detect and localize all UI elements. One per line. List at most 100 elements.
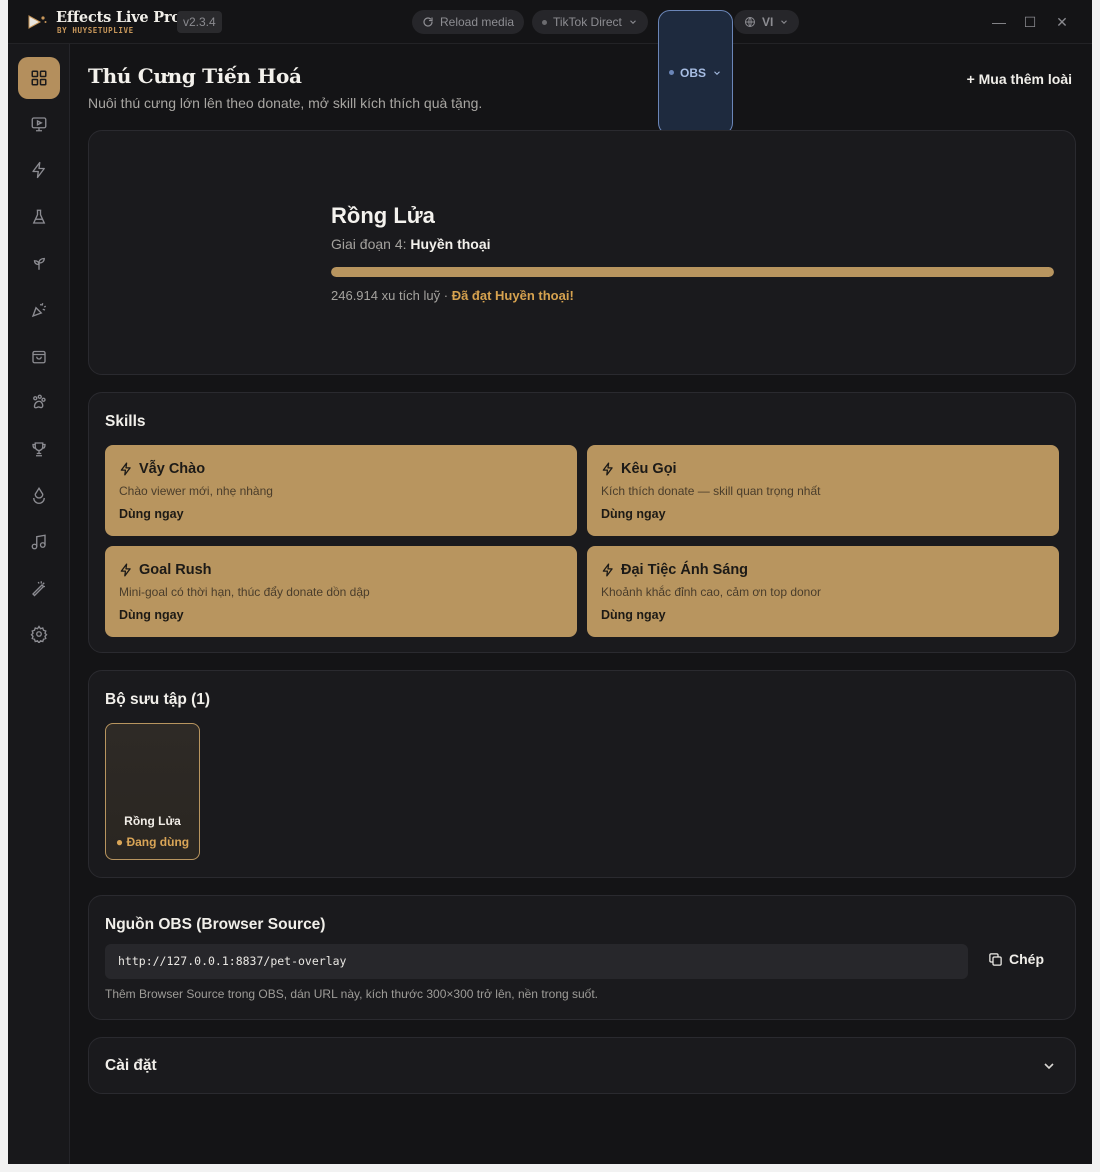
skill-card[interactable]: Goal Rush Mini-goal có thời hạn, thúc đẩ… xyxy=(105,546,577,637)
use-now-button[interactable]: Dùng ngay xyxy=(601,608,666,622)
screen-play-icon xyxy=(31,117,47,132)
sidebar xyxy=(8,44,70,1164)
app-window: Effects Live Pro BY HUYSETUPLIVE v2.3.4 … xyxy=(8,0,1092,1164)
chevron-down-icon[interactable] xyxy=(1041,1058,1057,1074)
cloud-icon xyxy=(33,486,45,504)
skill-name-label: Vẫy Chào xyxy=(139,461,206,477)
app-subtitle: BY HUYSETUPLIVE xyxy=(57,26,134,35)
sprout-icon xyxy=(33,257,45,270)
music-icon xyxy=(31,534,46,550)
copy-label: Chép xyxy=(1009,951,1044,967)
skills-title: Skills xyxy=(105,413,146,430)
sidebar-item-pet[interactable] xyxy=(18,242,60,284)
sidebar-item-settings[interactable] xyxy=(18,613,60,655)
page-subtitle: Nuôi thú cưng lớn lên theo donate, mở sk… xyxy=(88,95,483,111)
copy-icon xyxy=(989,952,1002,966)
page-title: Thú Cưng Tiến Hoá xyxy=(88,64,302,88)
source-select[interactable]: TikTok Direct xyxy=(532,10,648,34)
stage-name: Huyền thoại xyxy=(410,236,491,252)
sidebar-item-lab[interactable] xyxy=(18,196,60,238)
skills-card: Skills Vẫy Chào Chào viewer mới, nhẹ nhà… xyxy=(88,392,1076,653)
close-button[interactable]: ✕ xyxy=(1053,13,1071,31)
globe-icon xyxy=(745,17,755,27)
sidebar-item-shop[interactable] xyxy=(18,335,60,377)
skill-description: Khoảnh khắc đỉnh cao, cảm ơn top donor xyxy=(601,585,822,599)
flask-icon xyxy=(32,209,46,224)
minimize-button[interactable]: — xyxy=(990,13,1008,31)
skill-name: Goal Rush xyxy=(119,562,212,578)
goal-text: Đã đạt Huyền thoại! xyxy=(451,288,574,303)
title-bar: Effects Live Pro BY HUYSETUPLIVE v2.3.4 … xyxy=(8,0,1092,135)
party-popper-icon xyxy=(31,303,47,318)
pet-name: Rồng Lửa xyxy=(331,203,435,228)
version-badge: v2.3.4 xyxy=(177,11,222,33)
buy-more-button[interactable]: + Mua thêm loài xyxy=(967,71,1072,87)
obs-hint: Thêm Browser Source trong OBS, dán URL n… xyxy=(105,987,599,1001)
skill-description: Kích thích donate — skill quan trọng nhấ… xyxy=(601,484,821,498)
skill-card[interactable]: Kêu Gọi Kích thích donate — skill quan t… xyxy=(587,445,1059,536)
lightning-icon xyxy=(602,563,613,577)
shopping-bag-icon xyxy=(32,350,46,364)
logo-icon xyxy=(28,15,47,29)
magic-wand-icon xyxy=(32,581,45,597)
reload-media-label: Reload media xyxy=(440,15,515,29)
evolution-progress-bar xyxy=(331,267,1054,277)
pet-stage: Giai đoạn 4: Huyền thoại xyxy=(331,236,491,252)
lightning-icon xyxy=(602,462,613,476)
language-select[interactable]: VI xyxy=(734,10,800,34)
collection-card: Bộ sưu tập (1) Rồng Lửa ● Đang dùng xyxy=(88,670,1076,878)
collection-item[interactable]: Rồng Lửa ● Đang dùng xyxy=(105,723,200,860)
sidebar-item-dashboard[interactable] xyxy=(18,57,60,99)
language-label: VI xyxy=(762,15,774,29)
paw-icon xyxy=(33,394,46,409)
use-now-button[interactable]: Dùng ngay xyxy=(119,608,184,622)
pet-hero-card: Rồng Lửa Giai đoạn 4: Huyền thoại 246.91… xyxy=(88,130,1076,375)
settings-accordion[interactable]: Cài đặt xyxy=(88,1037,1076,1094)
sidebar-item-magic[interactable] xyxy=(18,567,60,609)
app-name: Effects Live Pro xyxy=(56,9,181,26)
sidebar-item-effects[interactable] xyxy=(18,149,60,191)
skill-name-label: Goal Rush xyxy=(139,562,212,578)
stage-prefix: Giai đoạn 4: xyxy=(331,236,407,252)
copy-url-button[interactable]: Chép xyxy=(988,951,1044,967)
status-dot xyxy=(542,19,547,25)
use-now-button[interactable]: Dùng ngay xyxy=(119,507,184,521)
sidebar-item-party[interactable] xyxy=(18,289,60,331)
lightning-icon xyxy=(32,161,45,179)
source-label: TikTok Direct xyxy=(553,15,622,29)
coins-status: 246.914 xu tích luỹ · Đã đạt Huyền thoại… xyxy=(331,288,574,303)
chevron-down-icon xyxy=(630,20,636,25)
obs-source-card: Nguồn OBS (Browser Source) http://127.0.… xyxy=(88,895,1076,1020)
skill-description: Chào viewer mới, nhẹ nhàng xyxy=(119,484,273,498)
collection-item-status: ● Đang dùng xyxy=(115,835,190,849)
obs-source-title: Nguồn OBS (Browser Source) xyxy=(105,916,326,933)
overlay-url-field[interactable]: http://127.0.0.1:8837/pet-overlay xyxy=(105,944,968,979)
collection-title: Bộ sưu tập (1) xyxy=(105,691,211,708)
settings-title: Cài đặt xyxy=(105,1057,157,1074)
sidebar-item-leaderboard[interactable] xyxy=(18,428,60,470)
skill-name: Đại Tiệc Ánh Sáng xyxy=(601,562,748,578)
trophy-icon xyxy=(32,442,46,457)
chevron-down-icon xyxy=(781,20,788,25)
dashboard-icon xyxy=(31,70,47,86)
main-content: Thú Cưng Tiến Hoá Nuôi thú cưng lớn lên … xyxy=(70,44,1092,1164)
use-now-button[interactable]: Dùng ngay xyxy=(601,507,666,521)
progress-fill xyxy=(331,267,1054,277)
skill-name: Vẫy Chào xyxy=(119,461,205,477)
refresh-icon xyxy=(423,17,433,27)
collection-item-name: Rồng Lửa xyxy=(124,814,181,828)
gear-icon xyxy=(30,625,48,643)
skill-card[interactable]: Đại Tiệc Ánh Sáng Khoảnh khắc đỉnh cao, … xyxy=(587,546,1059,637)
skill-description: Mini-goal có thời hạn, thúc đẩy donate d… xyxy=(119,585,370,599)
sidebar-item-media[interactable] xyxy=(18,103,60,145)
lightning-icon xyxy=(120,462,131,476)
maximize-button[interactable]: ☐ xyxy=(1021,13,1039,31)
coins-text: 246.914 xu tích luỹ · xyxy=(331,288,449,303)
sidebar-item-music[interactable] xyxy=(18,521,60,563)
sidebar-item-pets[interactable] xyxy=(18,381,60,423)
reload-media-button[interactable]: Reload media xyxy=(412,10,525,34)
skill-name-label: Đại Tiệc Ánh Sáng xyxy=(621,562,749,578)
sidebar-item-cloud[interactable] xyxy=(18,474,60,516)
skill-card[interactable]: Vẫy Chào Chào viewer mới, nhẹ nhàng Dùng… xyxy=(105,445,577,536)
skill-name: Kêu Gọi xyxy=(601,461,677,477)
